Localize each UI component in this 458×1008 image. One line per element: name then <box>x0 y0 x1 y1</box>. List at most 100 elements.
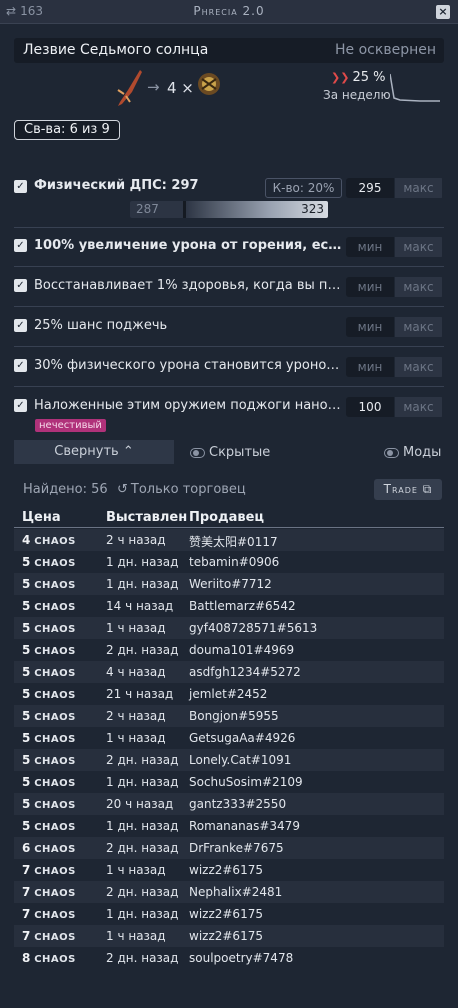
mod-text: 100% увеличение урона от горения, если в… <box>34 238 342 253</box>
item-name: Лезвие Седьмого солнца <box>23 42 209 58</box>
mod-row: ✓ 25% шанс поджечь мин макс <box>14 316 444 338</box>
listed-cell: 1 дн. назад <box>106 775 179 789</box>
listed-cell: 1 дн. назад <box>106 819 179 833</box>
min-input[interactable]: 100 <box>346 397 394 417</box>
table-row[interactable]: 5 CHAOS 2 дн. назад Lonely.Cat#1091 <box>14 749 444 771</box>
checkbox-checked-icon[interactable]: ✓ <box>14 180 27 193</box>
listed-cell: 1 дн. назад <box>106 577 179 591</box>
properties-badge[interactable]: Св-ва: 6 из 9 <box>14 120 120 140</box>
price-cell: 5 CHAOS <box>22 819 76 833</box>
price-cell: 6 CHAOS <box>22 841 76 855</box>
table-row[interactable]: 7 CHAOS 1 ч назад wizz2#6175 <box>14 859 444 881</box>
table-row[interactable]: 5 CHAOS 1 дн. назад Weriito#7712 <box>14 573 444 595</box>
table-row[interactable]: 4 CHAOS 2 ч назад 赞美太阳#0117 <box>14 529 444 551</box>
max-input[interactable]: макс <box>394 178 442 198</box>
seller-cell[interactable]: wizz2#6175 <box>189 907 263 921</box>
price-cell: 5 CHAOS <box>22 797 76 811</box>
collapse-button[interactable]: Свернуть ⌃ <box>14 440 174 464</box>
min-input[interactable]: мин <box>346 357 394 377</box>
table-row[interactable]: 5 CHAOS 4 ч назад asdfgh1234#5272 <box>14 661 444 683</box>
divider <box>14 386 444 387</box>
close-button[interactable]: × <box>436 5 450 19</box>
price-cell: 5 CHAOS <box>22 599 76 613</box>
table-row[interactable]: 6 CHAOS 2 дн. назад DrFranke#7675 <box>14 837 444 859</box>
listed-cell: 4 ч назад <box>106 665 166 679</box>
min-input[interactable]: мин <box>346 317 394 337</box>
seller-cell[interactable]: 赞美太阳#0117 <box>189 533 278 550</box>
seller-cell[interactable]: douma101#4969 <box>189 643 294 657</box>
table-row[interactable]: 5 CHAOS 1 дн. назад Romananas#3479 <box>14 815 444 837</box>
header-price[interactable]: Цена <box>22 510 61 525</box>
table-row[interactable]: 8 CHAOS 2 дн. назад soulpoetry#7478 <box>14 947 444 969</box>
price-cell: 5 CHAOS <box>22 709 76 723</box>
table-row[interactable]: 7 CHAOS 1 дн. назад wizz2#6175 <box>14 903 444 925</box>
listed-cell: 2 ч назад <box>106 709 166 723</box>
table-row[interactable]: 5 CHAOS 1 ч назад GetsugaAa#4926 <box>14 727 444 749</box>
price-cell: 5 CHAOS <box>22 753 76 767</box>
seller-cell[interactable]: Romananas#3479 <box>189 819 300 833</box>
table-row[interactable]: 5 CHAOS 1 дн. назад SochuSosim#2109 <box>14 771 444 793</box>
range-high: 323 <box>301 202 324 216</box>
max-input[interactable]: макс <box>394 237 442 257</box>
seller-cell[interactable]: wizz2#6175 <box>189 863 263 877</box>
max-input[interactable]: макс <box>394 277 442 297</box>
max-input[interactable]: макс <box>394 317 442 337</box>
max-input[interactable]: макс <box>394 357 442 377</box>
range-low: 287 <box>136 202 159 216</box>
listed-cell: 1 дн. назад <box>106 555 179 569</box>
quality-badge[interactable]: К-во: 20% <box>265 178 342 198</box>
table-row[interactable]: 7 CHAOS 2 дн. назад Nephalix#2481 <box>14 881 444 903</box>
listed-cell: 1 дн. назад <box>106 907 179 921</box>
table-row[interactable]: 5 CHAOS 21 ч назад jemlet#2452 <box>14 683 444 705</box>
table-row[interactable]: 5 CHAOS 1 ч назад gyf408728571#5613 <box>14 617 444 639</box>
range-marker <box>183 201 186 218</box>
seller-cell[interactable]: Lonely.Cat#1091 <box>189 753 291 767</box>
mods-toggle[interactable]: Моды <box>384 445 441 460</box>
checkbox-checked-icon[interactable]: ✓ <box>14 399 27 412</box>
divider <box>14 306 444 307</box>
seller-cell[interactable]: Bongjon#5955 <box>189 709 279 723</box>
min-input[interactable]: мин <box>346 237 394 257</box>
seller-cell[interactable]: Battlemarz#6542 <box>189 599 296 613</box>
range-inputs: мин макс <box>346 357 444 377</box>
max-input[interactable]: макс <box>394 397 442 417</box>
table-row[interactable]: 5 CHAOS 1 дн. назад tebamin#0906 <box>14 551 444 573</box>
min-input[interactable]: 295 <box>346 178 394 198</box>
seller-cell[interactable]: wizz2#6175 <box>189 929 263 943</box>
table-row[interactable]: 7 CHAOS 1 ч назад wizz2#6175 <box>14 925 444 947</box>
table-row[interactable]: 5 CHAOS 20 ч назад gantz333#2550 <box>14 793 444 815</box>
listed-cell: 1 ч назад <box>106 731 166 745</box>
table-row[interactable]: 5 CHAOS 14 ч назад Battlemarz#6542 <box>14 595 444 617</box>
seller-cell[interactable]: gantz333#2550 <box>189 797 286 811</box>
checkbox-checked-icon[interactable]: ✓ <box>14 239 27 252</box>
seller-cell[interactable]: Weriito#7712 <box>189 577 272 591</box>
seller-cell[interactable]: Nephalix#2481 <box>189 885 282 899</box>
checkbox-checked-icon[interactable]: ✓ <box>14 359 27 372</box>
only-trader-label: Только торговец <box>130 482 246 497</box>
seller-cell[interactable]: tebamin#0906 <box>189 555 279 569</box>
seller-cell[interactable]: soulpoetry#7478 <box>189 951 293 965</box>
table-row[interactable]: 5 CHAOS 2 дн. назад douma101#4969 <box>14 639 444 661</box>
value-range-slider[interactable]: 287 323 <box>130 201 328 218</box>
only-trader-filter[interactable]: ↺ Только торговец <box>117 482 246 497</box>
header-listed[interactable]: Выставлен <box>106 510 187 525</box>
table-row[interactable]: 5 CHAOS 2 ч назад Bongjon#5955 <box>14 705 444 727</box>
trend-value: ❯❯ 25 % <box>331 70 386 85</box>
checkbox-checked-icon[interactable]: ✓ <box>14 319 27 332</box>
hidden-toggle[interactable]: Скрытые <box>190 445 270 460</box>
listed-cell: 14 ч назад <box>106 599 174 613</box>
trade-button[interactable]: Trade ⧉ <box>374 479 442 500</box>
seller-cell[interactable]: GetsugaAa#4926 <box>189 731 295 745</box>
price-cell: 5 CHAOS <box>22 775 76 789</box>
min-input[interactable]: мин <box>346 277 394 297</box>
header-seller[interactable]: Продавец <box>189 510 264 525</box>
trend-down-icon: ❯❯ <box>331 71 350 84</box>
seller-cell[interactable]: DrFranke#7675 <box>189 841 284 855</box>
seller-cell[interactable]: gyf408728571#5613 <box>189 621 317 635</box>
checkbox-checked-icon[interactable]: ✓ <box>14 279 27 292</box>
seller-cell[interactable]: SochuSosim#2109 <box>189 775 303 789</box>
seller-cell[interactable]: jemlet#2452 <box>189 687 267 701</box>
seller-cell[interactable]: asdfgh1234#5272 <box>189 665 301 679</box>
sword-icon <box>117 70 142 106</box>
table-header: Цена Выставлен Продавец <box>14 508 444 528</box>
